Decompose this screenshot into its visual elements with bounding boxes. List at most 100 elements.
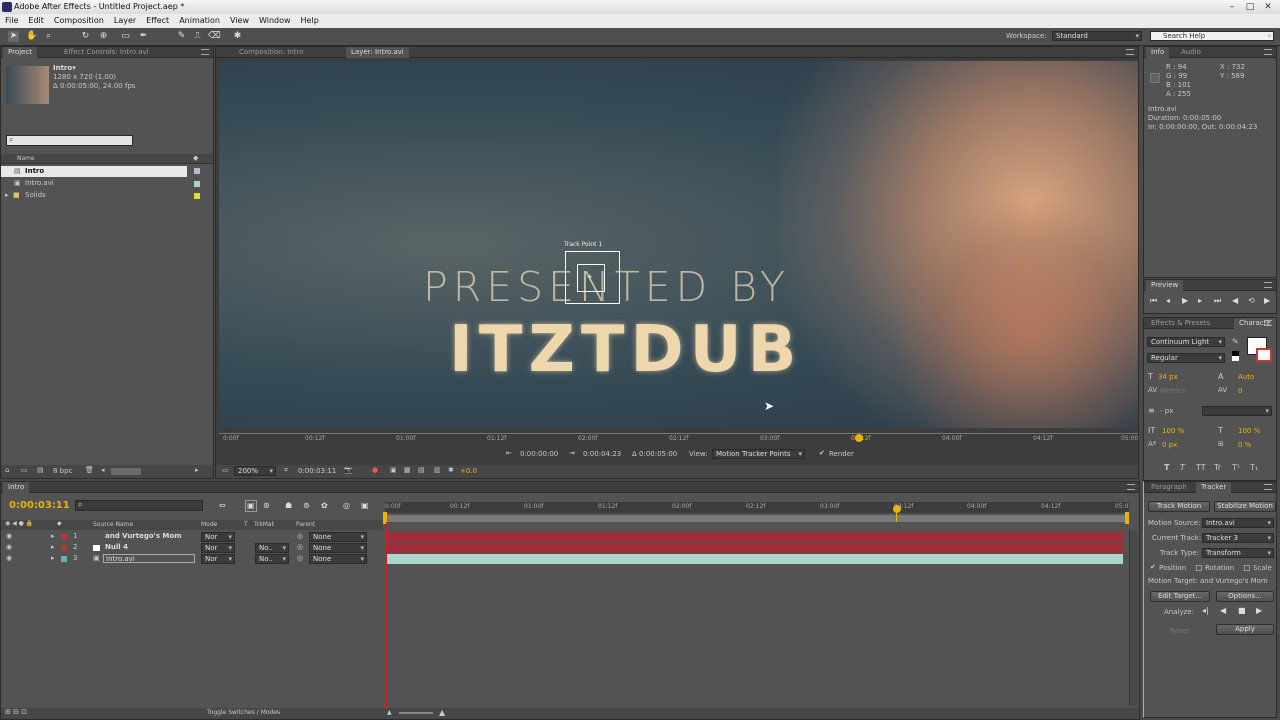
tracking-value[interactable]: 0 (1238, 387, 1242, 395)
mode-dropdown[interactable]: Nor (201, 543, 235, 553)
track-motion-button[interactable]: Track Motion (1148, 501, 1210, 512)
scroll-left-icon[interactable]: ◂ (101, 466, 105, 474)
layer-duration-bar[interactable] (387, 554, 1123, 564)
out-time[interactable]: 0:00:04:23 (583, 450, 621, 458)
col-parent[interactable]: Parent (296, 521, 315, 528)
play-icon[interactable]: ▶ (1182, 296, 1188, 306)
current-time-display[interactable]: 0:00:03:11 (298, 467, 336, 475)
analyze-stop-icon[interactable]: ■ (1238, 606, 1246, 616)
leading-value[interactable]: Auto (1238, 373, 1254, 381)
timeline-current-time[interactable]: 0:00:03:11 (9, 500, 70, 511)
maximize-button[interactable]: □ (1242, 0, 1258, 14)
region-of-interest-icon[interactable]: ⌗ (284, 466, 288, 475)
rotate-tool-icon[interactable]: ↻ (80, 31, 91, 42)
menu-composition[interactable]: Composition (49, 14, 109, 28)
menu-animation[interactable]: Animation (174, 14, 225, 28)
video-frame[interactable]: PRESENTED BY ITZTDUB Track Point 1 + ➤ (219, 61, 1138, 428)
faux-italic-button[interactable]: T (1180, 463, 1185, 472)
audio-icon[interactable]: ◀ (1232, 296, 1238, 306)
layer-duration-bar[interactable] (387, 543, 1123, 553)
tab-paragraph[interactable]: Paragraph (1146, 482, 1192, 493)
col-trkmat[interactable]: TrkMat (254, 521, 274, 528)
project-item-name[interactable]: Intro▾ (53, 64, 76, 72)
toggle-switches-modes[interactable]: Toggle Switches / Modes (207, 709, 280, 716)
project-list-item[interactable]: ▸ ■ Solids (1, 190, 187, 201)
font-size-value[interactable]: 34 px (1158, 373, 1178, 381)
motion-blur-icon[interactable]: ⊚ (303, 501, 310, 511)
first-frame-icon[interactable]: ⏮ (1150, 296, 1157, 306)
pixel-aspect-icon[interactable]: ▤ (418, 466, 425, 474)
apply-button[interactable]: Apply (1216, 624, 1274, 635)
toggle-mask-icon[interactable]: ▣ (390, 466, 397, 474)
timeline-vertical-scrollbar[interactable] (1129, 530, 1138, 706)
scroll-right-icon[interactable]: ▸ (195, 466, 199, 474)
layer-time-ruler[interactable]: 0:00f 00:12f 01:00f 01:12f 02:00f 02:12f… (219, 433, 1138, 442)
motion-source-dropdown[interactable]: Intro.avi (1202, 518, 1274, 528)
vertical-scale-value[interactable]: 100 % (1162, 427, 1184, 435)
workspace-dropdown[interactable]: Standard (1052, 31, 1142, 41)
comp-mini-flowchart-icon[interactable]: ⇔ (219, 501, 226, 511)
work-area-bar[interactable] (385, 515, 1129, 522)
zoom-tool-icon[interactable]: ⌕ (43, 31, 54, 42)
expand-arrow-icon[interactable]: ▸ (51, 553, 55, 564)
tab-preview[interactable]: Preview (1146, 280, 1184, 291)
menu-help[interactable]: Help (296, 14, 324, 28)
panel-menu-icon[interactable] (201, 49, 209, 55)
video-eye-icon[interactable]: ◉ (6, 531, 12, 542)
brush-tool-icon[interactable]: ✎ (176, 31, 187, 42)
in-point-icon[interactable]: ⇤ (506, 449, 512, 457)
zoom-in-icon[interactable]: ▲ (439, 708, 445, 717)
parent-dropdown[interactable]: None (309, 554, 367, 564)
menu-file[interactable]: File (0, 14, 23, 28)
tab-timeline-intro[interactable]: Intro (3, 482, 30, 493)
tsume-value[interactable]: 0 % (1238, 441, 1251, 449)
zoom-slider[interactable] (399, 712, 433, 714)
menu-effect[interactable]: Effect (141, 14, 174, 28)
layer-duration-bar[interactable] (387, 532, 1123, 542)
tab-effects-presets[interactable]: Effects & Presets (1146, 318, 1215, 329)
exposure-icon[interactable]: ✱ (448, 466, 454, 474)
eyedropper-icon[interactable]: ✎ (1232, 337, 1239, 346)
rectangle-tool-icon[interactable]: ▭ (120, 31, 131, 42)
trkmat-dropdown[interactable]: No.. (255, 554, 289, 564)
new-folder-icon[interactable]: ▭ (21, 466, 28, 474)
col-mode[interactable]: Mode (201, 521, 217, 528)
parent-dropdown[interactable]: None (309, 532, 367, 542)
always-preview-icon[interactable]: ▭ (222, 466, 229, 474)
panel-menu-icon[interactable] (1264, 484, 1272, 490)
parent-pickwhip-icon[interactable]: ◎ (297, 553, 303, 564)
analyze-backward-icon[interactable]: ◀ (1220, 606, 1226, 616)
menu-edit[interactable]: Edit (23, 14, 49, 28)
layer-label-swatch[interactable] (61, 545, 67, 551)
baseline-shift-value[interactable]: 0 px (1162, 441, 1177, 449)
stroke-width-value[interactable]: - px (1160, 407, 1173, 415)
tab-info[interactable]: Info (1146, 47, 1170, 58)
layer-row[interactable]: ◉ ▸ 1 and Vurtego's Mom Nor ◎ None (1, 531, 383, 542)
timeline-search-input[interactable] (75, 500, 203, 511)
view-dropdown[interactable]: Motion Tracker Points (712, 449, 805, 459)
search-help-input[interactable]: Search Help (1150, 31, 1274, 41)
snapshot-icon[interactable]: 📷 (344, 466, 353, 474)
project-search-input[interactable] (6, 135, 133, 146)
analyze-forward-icon[interactable]: ▶ (1256, 606, 1262, 616)
interpret-footage-icon[interactable]: ⌂ (5, 466, 9, 474)
puppet-tool-icon[interactable]: ✱ (232, 31, 243, 42)
col-t[interactable]: T (244, 521, 248, 528)
exposure-value[interactable]: +0.0 (460, 467, 477, 475)
kerning-value[interactable]: Metrics (1160, 387, 1185, 395)
menu-layer[interactable]: Layer (109, 14, 141, 28)
tab-project[interactable]: Project (3, 47, 37, 58)
project-list-item[interactable]: ▣ Intro.avi (1, 178, 187, 189)
out-point-icon[interactable]: ⇥ (569, 449, 575, 457)
zoom-out-icon[interactable]: ▲ (387, 709, 392, 716)
layer-row[interactable]: ◉ ▸ 2 Null 4 Nor No.. ◎ None (1, 542, 383, 553)
timeline-time-ruler[interactable]: 0:00f 00:12f 01:00f 01:12f 02:00f 02:12f… (385, 502, 1129, 513)
layer-label-swatch[interactable] (61, 556, 67, 562)
mode-dropdown[interactable]: Nor (201, 554, 235, 564)
trkmat-dropdown[interactable]: No.. (255, 543, 289, 553)
font-style-dropdown[interactable]: Regular (1147, 353, 1225, 363)
playhead-handle[interactable] (893, 505, 901, 513)
options-button[interactable]: Options... (1216, 591, 1274, 602)
all-caps-button[interactable]: TT (1196, 463, 1206, 472)
faux-bold-button[interactable]: T (1164, 463, 1169, 472)
